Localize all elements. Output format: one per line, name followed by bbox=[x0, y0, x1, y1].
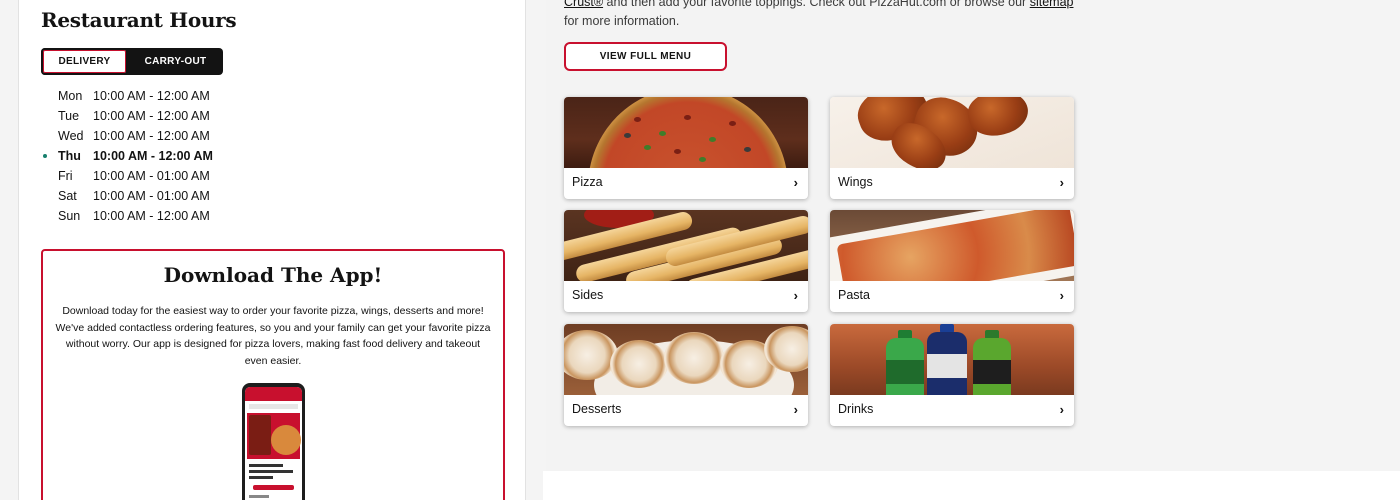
chevron-right-icon: › bbox=[793, 402, 798, 417]
phone-mockup-image[interactable] bbox=[242, 383, 305, 500]
time-range: 10:00 AM - 12:00 AM bbox=[93, 109, 210, 123]
menu-panel: Crust® and then add your favorite toppin… bbox=[546, 0, 1090, 471]
phone-text-line bbox=[249, 495, 269, 498]
tab-carry-out[interactable]: CARRY-OUT bbox=[128, 48, 223, 75]
desserts-image bbox=[564, 324, 808, 395]
category-label: Desserts bbox=[572, 402, 622, 416]
pizza-icon bbox=[271, 425, 301, 455]
category-card-wings[interactable]: Wings › bbox=[830, 97, 1074, 199]
category-label: Pasta bbox=[838, 288, 870, 302]
day-label: Tue bbox=[58, 109, 80, 123]
time-range: 10:00 AM - 01:00 AM bbox=[93, 169, 210, 183]
menu-info-text: Crust® and then add your favorite toppin… bbox=[564, 0, 1074, 31]
category-label: Drinks bbox=[838, 402, 874, 416]
chevron-right-icon: › bbox=[1059, 288, 1064, 303]
info-text-part: and then add your favorite toppings. Che… bbox=[603, 0, 1030, 9]
app-promo-card: Download The App! Download today for the… bbox=[41, 249, 505, 500]
category-card-pizza[interactable]: Pizza › bbox=[564, 97, 808, 199]
app-title: Download The App! bbox=[163, 263, 383, 287]
crust-link[interactable]: Crust® bbox=[564, 0, 603, 9]
time-range: 10:00 AM - 12:00 AM bbox=[93, 89, 210, 103]
phone-text-line bbox=[249, 476, 273, 479]
chevron-right-icon: › bbox=[793, 175, 798, 190]
chevron-right-icon: › bbox=[793, 288, 798, 303]
time-range: 10:00 AM - 12:00 AM bbox=[93, 129, 210, 143]
phone-tab-bar bbox=[249, 404, 298, 409]
day-label: Sat bbox=[58, 189, 77, 203]
hours-toggle: DELIVERY CARRY-OUT bbox=[41, 48, 223, 75]
chevron-right-icon: › bbox=[1059, 175, 1064, 190]
time-range: 10:00 AM - 01:00 AM bbox=[93, 189, 210, 203]
view-full-menu-button[interactable]: VIEW FULL MENU bbox=[564, 42, 727, 71]
chevron-right-icon: › bbox=[1059, 402, 1064, 417]
hours-panel: Restaurant Hours DELIVERY CARRY-OUT Mon … bbox=[18, 0, 526, 500]
category-label: Pizza bbox=[572, 175, 603, 189]
day-label: Mon bbox=[58, 89, 83, 103]
day-label: Fri bbox=[58, 169, 73, 183]
sides-image bbox=[564, 210, 808, 281]
phone-text-line bbox=[249, 464, 283, 467]
category-card-sides[interactable]: Sides › bbox=[564, 210, 808, 312]
hours-title: Restaurant Hours bbox=[41, 8, 237, 32]
time-range: 10:00 AM - 12:00 AM bbox=[93, 149, 213, 163]
category-label: Wings bbox=[838, 175, 873, 189]
pizza-hut-logo-icon bbox=[249, 415, 271, 455]
page-background bbox=[543, 471, 1400, 500]
tab-delivery[interactable]: DELIVERY bbox=[41, 48, 128, 75]
category-card-desserts[interactable]: Desserts › bbox=[564, 324, 808, 426]
category-card-pasta[interactable]: Pasta › bbox=[830, 210, 1074, 312]
pizza-image bbox=[564, 97, 808, 168]
day-label: Wed bbox=[58, 129, 84, 143]
drinks-image bbox=[830, 324, 1074, 395]
sitemap-link[interactable]: sitemap bbox=[1030, 0, 1074, 9]
category-label: Sides bbox=[572, 288, 604, 302]
phone-header-bar bbox=[245, 387, 302, 401]
phone-order-button bbox=[253, 485, 294, 490]
pasta-image bbox=[830, 210, 1074, 281]
category-card-drinks[interactable]: Drinks › bbox=[830, 324, 1074, 426]
phone-text-line bbox=[249, 470, 293, 473]
info-text-part: for more information. bbox=[564, 14, 680, 28]
current-day-dot-icon bbox=[43, 154, 47, 158]
wings-image bbox=[830, 97, 1074, 168]
app-description: Download today for the easiest way to or… bbox=[55, 305, 491, 367]
phone-screen bbox=[245, 387, 302, 500]
day-label: Sun bbox=[58, 209, 81, 223]
time-range: 10:00 AM - 12:00 AM bbox=[93, 209, 210, 223]
day-label: Thu bbox=[58, 149, 81, 163]
